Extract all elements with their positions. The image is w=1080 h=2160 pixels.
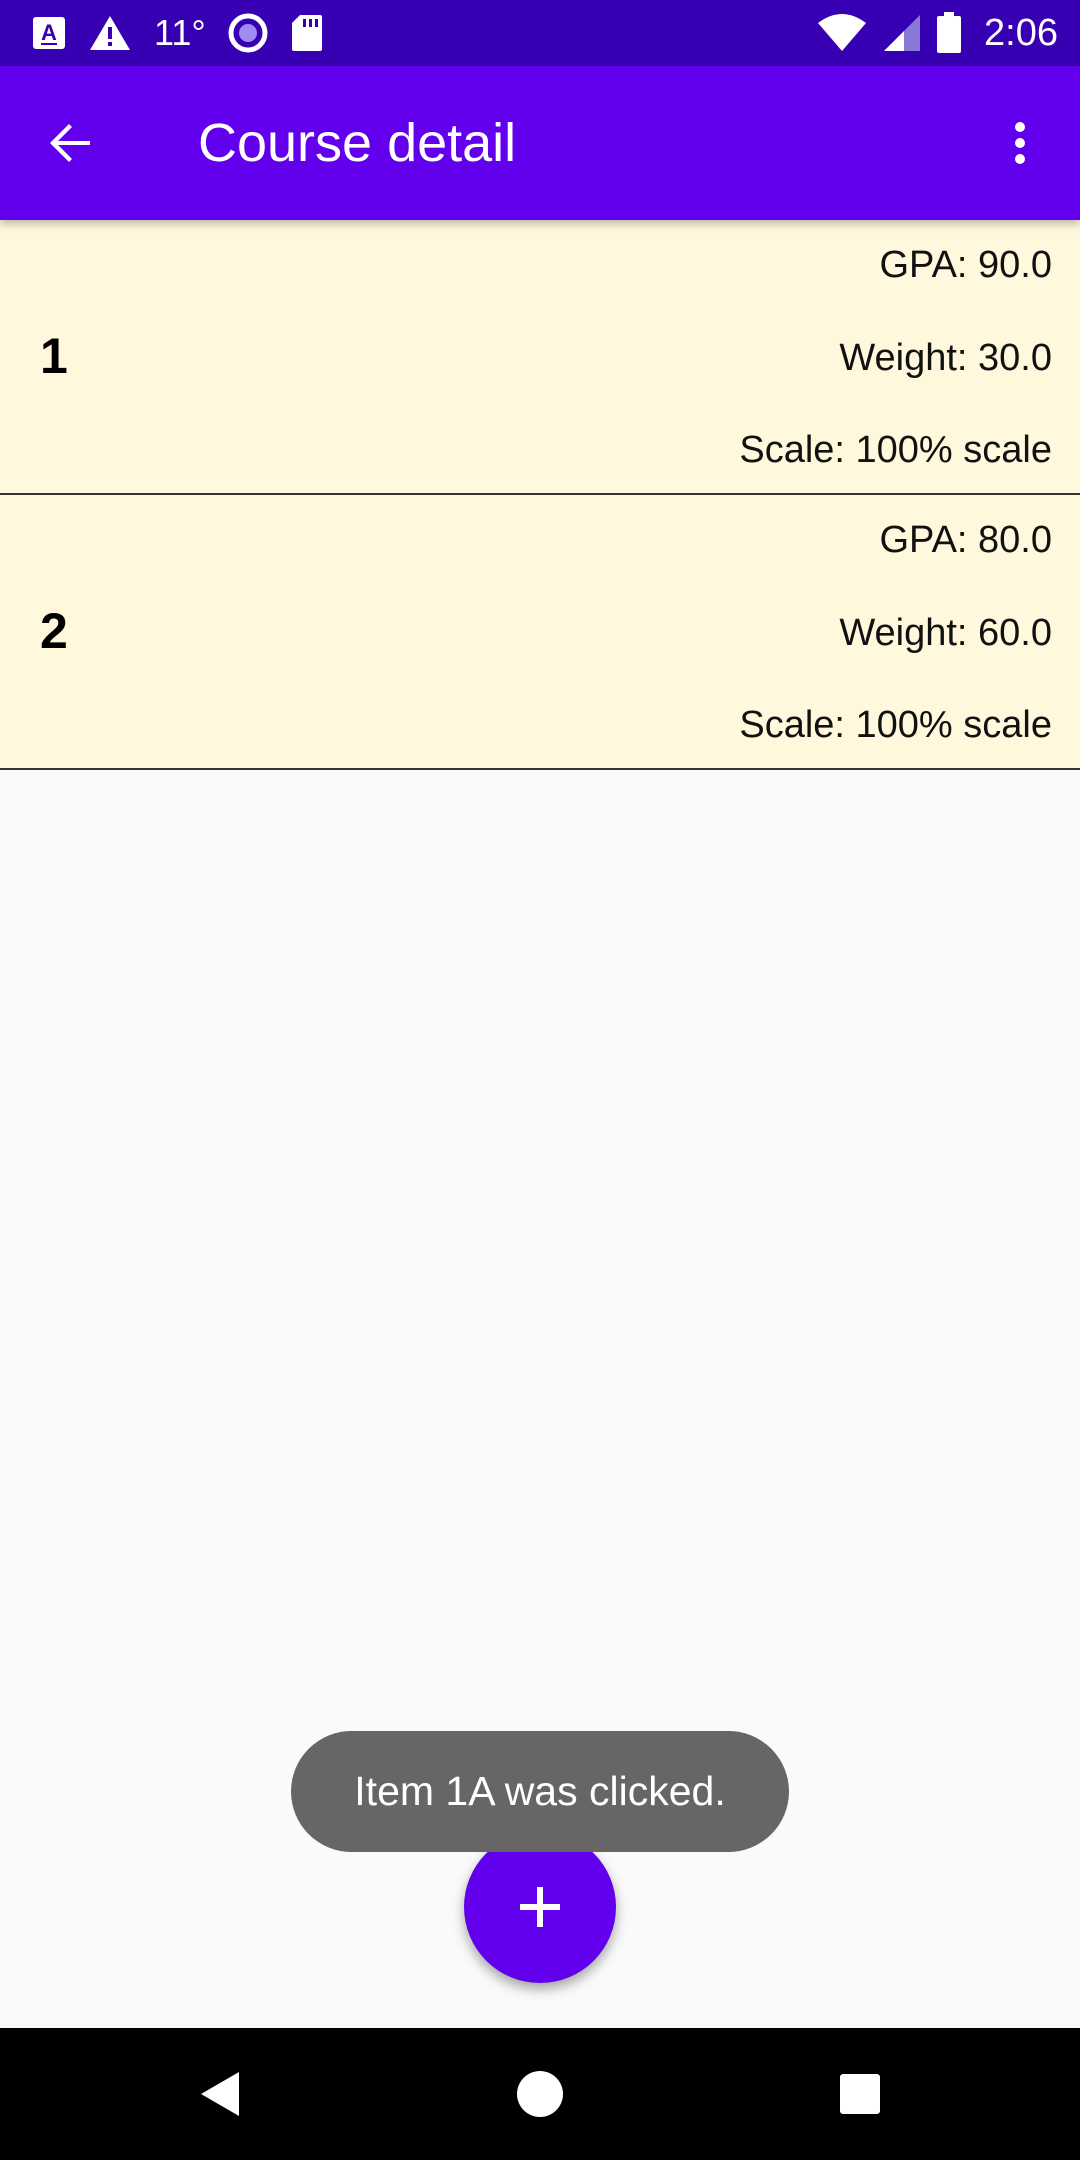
clock-text: 2:06 — [984, 11, 1058, 54]
list-item[interactable]: 1 GPA: 90.0 Weight: 30.0 Scale: 100% sca… — [0, 220, 1080, 495]
status-bar: A 11° 2:06 — [0, 0, 1080, 66]
item-scale: Scale: 100% scale — [739, 704, 1052, 746]
more-vert-icon — [1012, 119, 1028, 167]
record-circle-icon — [228, 13, 268, 53]
recents-square-icon — [838, 2072, 882, 2116]
back-button[interactable] — [30, 103, 110, 183]
status-left-group: A 11° — [32, 0, 324, 66]
navigation-bar — [0, 2028, 1080, 2160]
item-details: GPA: 90.0 Weight: 30.0 Scale: 100% scale — [739, 220, 1052, 493]
back-triangle-icon — [197, 2069, 243, 2119]
page-title: Course detail — [198, 113, 517, 173]
svg-text:A: A — [41, 20, 57, 45]
list-item[interactable]: 2 GPA: 80.0 Weight: 60.0 Scale: 100% sca… — [0, 495, 1080, 770]
battery-icon — [936, 12, 962, 54]
item-name: 1 — [40, 328, 68, 384]
arrow-back-icon — [46, 119, 94, 167]
toast-message: Item 1A was clicked. — [291, 1731, 789, 1852]
item-gpa: GPA: 80.0 — [879, 519, 1052, 561]
warning-icon — [88, 14, 132, 52]
accessibility-a-icon: A — [32, 16, 66, 50]
item-gpa: GPA: 90.0 — [879, 244, 1052, 286]
item-details: GPA: 80.0 Weight: 60.0 Scale: 100% scale — [739, 495, 1052, 768]
item-weight: Weight: 60.0 — [839, 611, 1052, 654]
item-scale: Scale: 100% scale — [739, 429, 1052, 471]
temperature-text: 11° — [154, 12, 206, 53]
wifi-icon — [816, 13, 868, 53]
more-options-button[interactable] — [980, 103, 1060, 183]
nav-home-button[interactable] — [500, 2054, 580, 2134]
app-bar: Course detail — [0, 66, 1080, 220]
status-right-group: 2:06 — [816, 0, 1058, 66]
plus-icon — [518, 1885, 562, 1929]
screen: A 11° 2:06 Course detail 1 GPA: 90.0 Wei… — [0, 0, 1080, 2160]
item-name: 2 — [40, 603, 68, 659]
add-item-fab[interactable] — [464, 1831, 616, 1983]
cellular-signal-icon — [882, 13, 922, 53]
sd-card-icon — [290, 13, 324, 53]
item-list: 1 GPA: 90.0 Weight: 30.0 Scale: 100% sca… — [0, 220, 1080, 770]
item-weight: Weight: 30.0 — [839, 336, 1052, 379]
nav-back-button[interactable] — [180, 2054, 260, 2134]
nav-recents-button[interactable] — [820, 2054, 900, 2134]
home-circle-icon — [516, 2070, 564, 2118]
